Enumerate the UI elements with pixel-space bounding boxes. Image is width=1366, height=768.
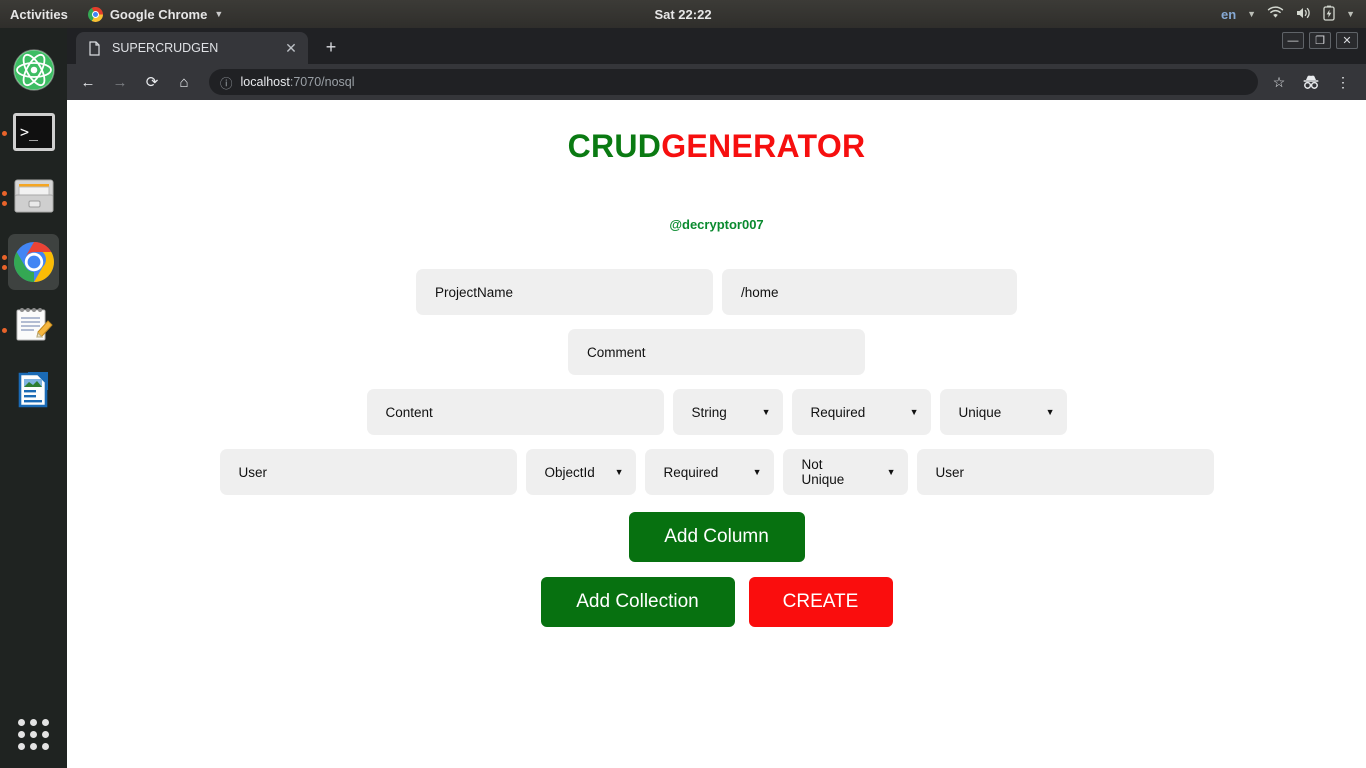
project-path-input[interactable]: /home (722, 269, 1017, 315)
add-column-row: Add Column (67, 512, 1366, 562)
home-button[interactable]: ⌂ (169, 67, 199, 97)
window-controls: — ❐ ✕ (1282, 32, 1358, 49)
project-row: ProjectName /home (67, 269, 1366, 315)
battery-icon[interactable] (1323, 5, 1335, 24)
column-type-select[interactable]: String ▼ (672, 389, 783, 435)
chevron-down-icon: ▼ (614, 467, 624, 477)
column-reference-input[interactable]: User (916, 449, 1214, 495)
chevron-down-icon: ▼ (886, 467, 896, 477)
svg-text:>_: >_ (20, 123, 39, 141)
address-bar[interactable]: ⓘ localhost:7070/nosql (209, 69, 1258, 95)
reload-button[interactable]: ⟳ (137, 67, 167, 97)
file-manager-icon (12, 176, 56, 220)
chevron-down-icon: ▼ (1045, 407, 1055, 417)
chrome-icon (12, 240, 56, 284)
dock-item-libreoffice-writer[interactable] (0, 358, 67, 422)
dock: >_ (0, 28, 67, 768)
logo-part-crud: CRUD (567, 128, 662, 164)
new-tab-button[interactable]: + (317, 33, 345, 61)
atom-icon (12, 48, 56, 92)
action-buttons-row: Add Collection CREATE (67, 577, 1366, 627)
close-window-button[interactable]: ✕ (1336, 32, 1358, 49)
column-row: Content String ▼ Required ▼ Unique ▼ (67, 389, 1366, 435)
page-icon (87, 40, 102, 56)
chevron-down-icon: ▼ (909, 407, 919, 417)
url-path: :7070/nosql (289, 75, 355, 89)
app-menu-label: Google Chrome (109, 6, 208, 22)
column-name-input[interactable]: User (219, 449, 517, 495)
running-indicator-dot (2, 255, 7, 260)
column-unique-select[interactable]: Unique ▼ (939, 389, 1067, 435)
page-title: CRUDGENERATOR (67, 128, 1366, 165)
chevron-down-icon: ▼ (761, 407, 771, 417)
logo-part-generator: GENERATOR (661, 128, 866, 164)
toolbar-actions: ☆ ⋮ (1268, 71, 1360, 93)
dock-item-chrome[interactable] (0, 230, 67, 294)
chrome-icon (87, 6, 103, 22)
tab-title: SUPERCRUDGEN (112, 41, 219, 55)
project-name-input[interactable]: ProjectName (416, 269, 713, 315)
tab-strip: SUPERCRUDGEN ✕ + — ❐ ✕ (67, 28, 1366, 64)
author-handle: @decryptor007 (669, 217, 764, 232)
comment-row: Comment (67, 329, 1366, 375)
wifi-icon[interactable] (1267, 6, 1284, 22)
column-type-value: ObjectId (544, 464, 595, 480)
back-button[interactable]: ← (73, 67, 103, 97)
running-indicator-dot (2, 191, 7, 196)
app-menu-google-chrome[interactable]: Google Chrome ▼ (80, 6, 231, 22)
browser-menu-icon[interactable]: ⋮ (1332, 71, 1354, 93)
create-button[interactable]: CREATE (748, 577, 893, 627)
dock-item-atom[interactable] (0, 38, 67, 102)
show-applications-button[interactable] (0, 706, 67, 762)
language-chevron-down-icon: ▼ (1247, 9, 1257, 19)
system-tray: en ▼ ▼ (1221, 5, 1366, 24)
column-type-select[interactable]: ObjectId ▼ (525, 449, 636, 495)
column-type-value: String (691, 404, 727, 420)
running-indicator-dot (2, 131, 7, 136)
dock-item-files[interactable] (0, 166, 67, 230)
running-indicator-dot (2, 265, 7, 270)
incognito-icon[interactable] (1300, 71, 1322, 93)
tab-supercrudgen[interactable]: SUPERCRUDGEN ✕ (76, 32, 308, 64)
column-unique-value: Not Unique (801, 457, 845, 487)
column-unique-value: Unique (958, 404, 1002, 420)
column-required-value: Required (810, 404, 866, 420)
libreoffice-writer-icon (12, 368, 56, 412)
column-row: User ObjectId ▼ Required ▼ Not Unique ▼ … (67, 449, 1366, 495)
minimize-button[interactable]: — (1282, 32, 1304, 49)
chevron-down-icon: ▼ (752, 467, 762, 477)
page-info-icon[interactable]: ⓘ (220, 73, 233, 92)
dock-item-text-editor[interactable] (0, 294, 67, 358)
column-required-select[interactable]: Required ▼ (791, 389, 931, 435)
forward-button[interactable]: → (105, 67, 135, 97)
volume-icon[interactable] (1295, 6, 1312, 23)
chrome-window: SUPERCRUDGEN ✕ + — ❐ ✕ ← → ⟳ ⌂ ⓘ localho… (67, 28, 1366, 768)
dock-item-terminal[interactable]: >_ (0, 102, 67, 166)
keyboard-language-indicator[interactable]: en (1221, 7, 1236, 22)
bookmark-star-icon[interactable]: ☆ (1268, 71, 1290, 93)
url-host: localhost (240, 75, 290, 89)
system-menu-chevron-down-icon[interactable]: ▼ (1346, 9, 1355, 19)
running-indicator-dot (2, 201, 7, 206)
terminal-icon: >_ (12, 112, 56, 156)
text-editor-icon (12, 304, 56, 348)
add-column-button[interactable]: Add Column (628, 512, 805, 562)
chevron-down-icon: ▼ (214, 9, 224, 19)
page-content: CRUDGENERATOR @decryptor007 ProjectName … (67, 100, 1366, 768)
add-collection-button[interactable]: Add Collection (540, 577, 735, 627)
column-required-select[interactable]: Required ▼ (644, 449, 774, 495)
system-top-bar: Activities Google Chrome ▼ Sat 22:22 en … (0, 0, 1366, 28)
toolbar: ← → ⟳ ⌂ ⓘ localhost:7070/nosql ☆ ⋮ (67, 64, 1366, 100)
maximize-button[interactable]: ❐ (1309, 32, 1331, 49)
column-required-value: Required (663, 464, 719, 480)
column-name-input[interactable]: Content (366, 389, 664, 435)
activities-button[interactable]: Activities (0, 7, 80, 22)
close-icon[interactable]: ✕ (282, 39, 300, 57)
comment-input[interactable]: Comment (568, 329, 865, 375)
apps-grid-icon (18, 718, 49, 750)
running-indicator-dot (2, 328, 7, 333)
column-unique-select[interactable]: Not Unique ▼ (782, 449, 908, 495)
